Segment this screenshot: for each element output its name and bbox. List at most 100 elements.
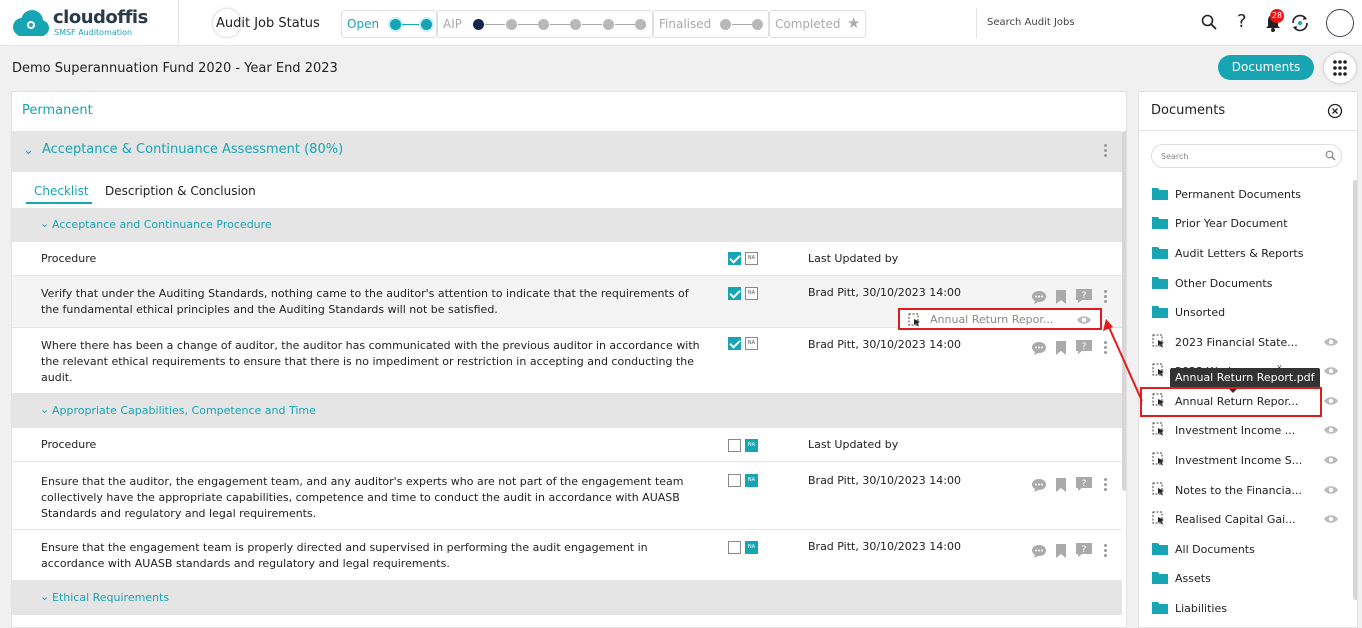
bookmark-icon[interactable] xyxy=(1055,340,1067,356)
stage-open[interactable]: Open xyxy=(341,10,437,38)
checkbox[interactable] xyxy=(728,439,741,452)
stage-completed[interactable]: Completed ★ xyxy=(769,10,866,38)
eye-icon[interactable] xyxy=(1323,455,1339,465)
folder-icon xyxy=(1152,247,1168,259)
close-icon[interactable] xyxy=(1327,103,1343,119)
chevron-down-icon[interactable]: ⌄ xyxy=(40,403,49,416)
attached-file-chip[interactable]: Annual Return Repor... xyxy=(898,308,1102,330)
checklist-panel: Permanent ⌄ Acceptance & Continuance Ass… xyxy=(11,91,1127,628)
query-icon[interactable]: ? xyxy=(1075,542,1093,558)
subsection-header[interactable]: ⌄ Appropriate Capabilities, Competence a… xyxy=(12,394,1122,428)
document-folder-item[interactable]: Permanent Documents xyxy=(1139,184,1349,208)
brand-name: cloudoffis xyxy=(53,7,148,28)
chevron-down-icon[interactable]: ⌄ xyxy=(40,590,49,603)
comment-icon[interactable] xyxy=(1031,477,1047,493)
tab-checklist[interactable]: Checklist xyxy=(34,184,89,198)
apps-grid-button[interactable] xyxy=(1324,53,1356,83)
checkbox[interactable] xyxy=(728,287,741,300)
checkbox[interactable] xyxy=(728,474,741,487)
comment-icon[interactable] xyxy=(1031,340,1047,356)
document-item-label: 2023 Financial State... xyxy=(1175,336,1298,349)
checkbox[interactable] xyxy=(728,337,741,350)
folder-icon xyxy=(1152,543,1168,555)
stage-dot xyxy=(473,19,484,30)
svg-text:?: ? xyxy=(1082,342,1087,352)
stage-dot xyxy=(635,19,646,30)
subsection-header[interactable]: ⌄ Ethical Requirements xyxy=(12,581,1122,615)
stage-dot xyxy=(570,19,581,30)
query-icon[interactable]: ? xyxy=(1075,476,1093,492)
stage-dot xyxy=(538,19,549,30)
chevron-down-icon[interactable]: ⌄ xyxy=(40,217,49,230)
section-header[interactable]: ⌄ Acceptance & Continuance Assessment (8… xyxy=(12,131,1122,172)
more-vertical-icon[interactable] xyxy=(1104,544,1108,559)
na-toggle[interactable]: NA xyxy=(745,439,758,452)
stage-open-label: Open xyxy=(347,17,380,31)
more-vertical-icon[interactable] xyxy=(1104,478,1108,493)
stage-aip[interactable]: AIP xyxy=(437,10,653,38)
eye-icon[interactable] xyxy=(1076,315,1092,325)
scrollbar[interactable] xyxy=(1353,180,1357,600)
checkbox[interactable] xyxy=(728,541,741,554)
tab-description-conclusion[interactable]: Description & Conclusion xyxy=(105,184,256,198)
avatar[interactable] xyxy=(1326,9,1354,37)
document-folder-item[interactable]: Audit Letters & Reports xyxy=(1139,243,1349,267)
folder-icon xyxy=(1152,602,1168,614)
eye-icon[interactable] xyxy=(1323,425,1339,435)
svg-text:?: ? xyxy=(1082,291,1087,301)
document-file-item[interactable]: Investment Income S... xyxy=(1139,450,1349,474)
document-item-label: Permanent Documents xyxy=(1175,188,1302,201)
document-file-item[interactable]: Notes to the Financia... xyxy=(1139,480,1349,504)
cloud-logo-icon xyxy=(13,10,49,36)
eye-icon[interactable] xyxy=(1323,514,1339,524)
document-item-label: Investment Income S... xyxy=(1175,454,1303,467)
checkbox[interactable] xyxy=(728,252,741,265)
bookmark-icon[interactable] xyxy=(1055,543,1067,559)
document-folder-item[interactable]: Unsorted xyxy=(1139,302,1349,326)
document-item-label: Prior Year Document xyxy=(1175,217,1288,230)
last-updated-column-header: Last Updated by xyxy=(808,252,899,265)
document-file-item[interactable]: Investment Income ... xyxy=(1139,420,1349,444)
stage-line xyxy=(732,24,752,25)
bookmark-icon[interactable] xyxy=(1055,477,1067,493)
document-folder-item[interactable]: Prior Year Document xyxy=(1139,213,1349,237)
document-folder-item[interactable]: Assets xyxy=(1139,568,1349,592)
table-row: Ensure that the auditor, the engagement … xyxy=(12,464,1122,530)
eye-icon[interactable] xyxy=(1323,337,1339,347)
scrollbar[interactable] xyxy=(1122,131,1126,491)
logo[interactable]: cloudoffis SMSF Auditomation xyxy=(10,5,170,41)
document-file-item[interactable]: Realised Capital Gai... xyxy=(1139,509,1349,533)
chevron-down-icon[interactable]: ⌄ xyxy=(23,143,34,158)
documents-button[interactable]: Documents xyxy=(1218,55,1314,80)
star-icon: ★ xyxy=(847,14,861,32)
help-icon[interactable]: ? xyxy=(1237,11,1247,32)
eye-icon[interactable] xyxy=(1323,366,1339,376)
stage-line xyxy=(402,24,420,25)
grid-icon xyxy=(1333,60,1347,76)
na-toggle[interactable]: NA xyxy=(745,474,758,487)
comment-icon[interactable] xyxy=(1031,543,1047,559)
query-icon[interactable]: ? xyxy=(1075,339,1093,355)
last-updated: Brad Pitt, 30/10/2023 14:00 xyxy=(808,286,961,299)
comment-icon[interactable] xyxy=(1031,289,1047,305)
search-icon[interactable] xyxy=(1201,14,1217,30)
more-vertical-icon[interactable] xyxy=(1104,290,1108,305)
subsection-header[interactable]: ⌄ Acceptance and Continuance Procedure xyxy=(12,208,1122,242)
query-icon[interactable]: ? xyxy=(1075,288,1093,304)
na-toggle[interactable]: NA xyxy=(745,252,758,265)
document-folder-item[interactable]: Other Documents xyxy=(1139,273,1349,297)
na-toggle[interactable]: NA xyxy=(745,541,758,554)
stage-finalised[interactable]: Finalised xyxy=(653,10,769,38)
eye-icon[interactable] xyxy=(1323,485,1339,495)
eye-icon[interactable] xyxy=(1323,396,1339,406)
more-vertical-icon[interactable] xyxy=(1104,144,1108,159)
documents-search-input[interactable]: Search xyxy=(1151,144,1342,168)
document-file-item[interactable]: 2023 Financial State... xyxy=(1139,332,1349,356)
document-folder-item[interactable]: Liabilities xyxy=(1139,598,1349,622)
sync-icon[interactable] xyxy=(1289,12,1311,34)
na-toggle[interactable]: NA xyxy=(745,337,758,350)
na-toggle[interactable]: NA xyxy=(745,287,758,300)
search-audit-jobs[interactable]: Search Audit Jobs xyxy=(976,8,1221,38)
bookmark-icon[interactable] xyxy=(1055,289,1067,305)
document-folder-item[interactable]: All Documents xyxy=(1139,539,1349,563)
